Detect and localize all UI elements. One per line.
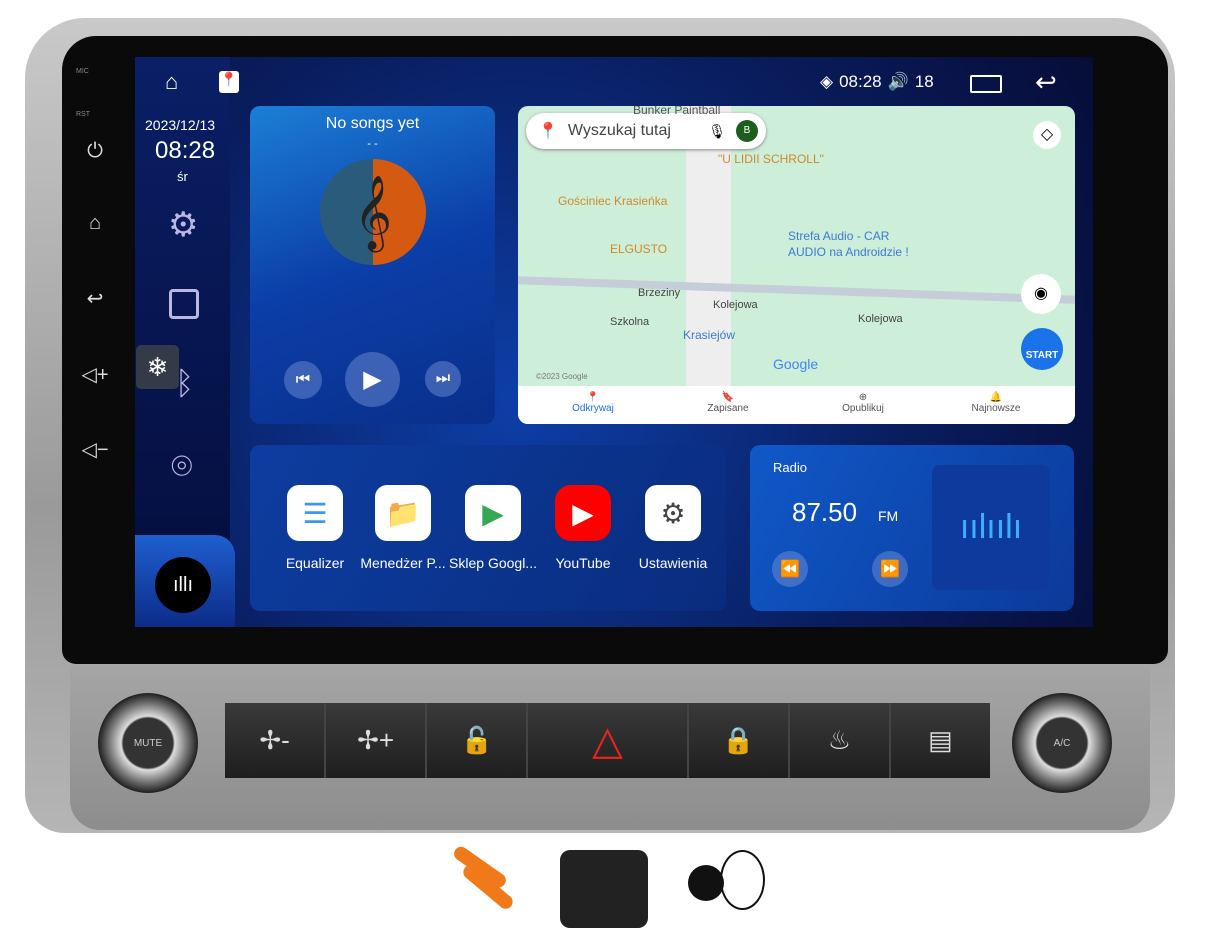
rst-label: RST [76, 111, 90, 118]
app-play-store[interactable]: ▶ Sklep Googl... [448, 485, 538, 571]
start-button[interactable]: START [1021, 328, 1063, 370]
nav-odkrywaj[interactable]: 📍 Odkrywaj [543, 392, 643, 414]
settings-icon[interactable]: ⚙ [168, 205, 198, 245]
song-title: No songs yet [325, 115, 420, 132]
radio-icon[interactable] [169, 289, 199, 319]
map-label: Szkolna [610, 316, 650, 328]
volume-down-button[interactable]: ◁− [80, 437, 110, 462]
mute-knob[interactable]: MUTE [98, 693, 198, 793]
sidebar-date: 2023/12/13 [145, 117, 216, 133]
seek-back-button[interactable]: ⏪ [772, 551, 808, 587]
voice-icon[interactable]: ıllı [155, 557, 211, 613]
status-area: ◈ 08:28 🔊 18 [820, 72, 934, 92]
climate-panel: MUTE A/C ✢- ✢+ 🔓 △ 🔒 ♨ ▤ [70, 665, 1150, 830]
radio-widget[interactable]: Radio 87.50 FM ⏪ ⏩ ıılıılı [750, 445, 1074, 611]
power-button[interactable]: ⏻ [80, 140, 110, 163]
avatar[interactable]: B [736, 120, 758, 142]
rear-camera [560, 850, 648, 928]
apps-widget: ☰ Equalizer 📁 Menedżer P... ▶ Sklep Googl..… [250, 445, 726, 611]
maps-pin-icon: 📍 [538, 123, 558, 140]
folder-icon: 📁 [375, 485, 431, 541]
volume-level: 18 [914, 72, 934, 91]
play-button[interactable]: ▶ [345, 352, 400, 407]
map-copyright: ©2023 Google [536, 372, 588, 381]
my-location-button[interactable]: ◉ [1021, 274, 1061, 314]
radio-frequency: 87.50 [792, 497, 858, 527]
app-equalizer[interactable]: ☰ Equalizer [270, 485, 360, 571]
settings-app-icon: ⚙ [645, 485, 701, 541]
mic-icon[interactable]: 🎙 [708, 123, 726, 140]
hazard-icon[interactable]: △ [528, 703, 689, 778]
music-widget: No songs yet - - 𝄞 ⏮ ▶ ⏭ [250, 106, 495, 424]
song-artist: - - [367, 138, 378, 150]
antenna-cable [720, 850, 765, 910]
map-label: "U LIDII SCHROLL" [718, 152, 824, 166]
map-label: Kolejowa [713, 299, 758, 311]
map-label: Krasiejów [683, 328, 736, 342]
recent-apps-icon[interactable] [970, 75, 1002, 93]
map-bottom-nav: 📍 Odkrywaj 🔖 Zapisane ⊕ Opublikuj 🔔 Najnowsz… [518, 386, 1075, 424]
maps-app-icon[interactable]: 📍 [219, 71, 239, 93]
mic-label: MIC [76, 68, 89, 75]
map-label: Brzeziny [638, 287, 681, 299]
nav-opublikuj[interactable]: ⊕ Opublikuj [813, 392, 913, 414]
home-outline-icon[interactable]: ⌂ [165, 69, 178, 95]
snowflake-icon[interactable]: ❄ [136, 345, 179, 389]
volume-up-button[interactable]: ◁+ [80, 362, 110, 387]
fan-up-icon[interactable]: ✢+ [326, 703, 428, 778]
sidebar-time: 08:28 [155, 137, 216, 164]
back-button[interactable]: ↩ [80, 286, 110, 311]
nav-najnowsze[interactable]: 🔔 Najnowsze [946, 392, 1046, 414]
map-label: Strefa Audio - CAR [788, 229, 890, 243]
front-defrost-icon[interactable]: ♨ [789, 703, 891, 778]
location-icon[interactable]: ⌾ [171, 445, 193, 488]
map-label: Bunker Paintball [633, 106, 721, 117]
map-label: AUDIO na Androidzie ! [788, 245, 909, 259]
equalizer-icon: ☰ [287, 485, 343, 541]
lock-icon[interactable]: 🔒 [688, 703, 790, 778]
status-time: 08:28 [839, 72, 882, 91]
waveform-icon: ıılıılı [932, 465, 1050, 590]
map-label: Gościniec Krasieńka [558, 194, 668, 208]
volume-icon[interactable]: 🔊 [888, 72, 909, 92]
radio-title: Radio [773, 460, 807, 475]
back-icon[interactable]: ↩ [1035, 67, 1057, 98]
head-unit-screen: ⌂ 📍 ◈ 08:28 🔊 18 ↩ 2023/12/13 08:28 śr ⚙… [135, 57, 1093, 627]
radio-band: FM [878, 508, 899, 524]
home-button[interactable]: ⌂ [80, 212, 110, 235]
app-file-manager[interactable]: 📁 Menedżer P... [358, 485, 448, 571]
map-label: Kolejowa [858, 313, 903, 325]
youtube-icon: ▶ [555, 485, 611, 541]
sidebar-weekday: śr [177, 169, 188, 184]
panel-buttons: ✢- ✢+ 🔓 △ 🔒 ♨ ▤ [225, 703, 990, 778]
map-label: ELGUSTO [610, 242, 668, 256]
rear-defrost-icon[interactable]: ▤ [890, 703, 990, 778]
album-art: 𝄞 [320, 159, 426, 265]
google-logo: Google [773, 356, 819, 372]
ac-knob[interactable]: A/C [1012, 693, 1112, 793]
next-button[interactable]: ⏭ [425, 361, 461, 397]
wifi-icon: ◈ [820, 72, 834, 91]
play-store-icon: ▶ [465, 485, 521, 541]
app-settings[interactable]: ⚙ Ustawienia [628, 485, 718, 571]
layers-button[interactable]: ◇ [1033, 121, 1061, 149]
seek-forward-button[interactable]: ⏩ [872, 551, 908, 587]
map-search-bar[interactable]: 📍 Wyszukaj tutaj 🎙 B [526, 113, 766, 149]
unlock-icon[interactable]: 🔓 [427, 703, 529, 778]
previous-button[interactable]: ⏮ [284, 361, 322, 399]
map-search-input[interactable]: Wyszukaj tutaj [568, 122, 698, 140]
app-youtube[interactable]: ▶ YouTube [538, 485, 628, 571]
nav-zapisane[interactable]: 🔖 Zapisane [678, 392, 778, 414]
gps-antenna [688, 865, 724, 901]
map-road [518, 276, 1075, 304]
map-widget[interactable]: 📍 Wyszukaj tutaj 🎙 B Bunker Paintball "U… [518, 106, 1075, 424]
fan-down-icon[interactable]: ✢- [225, 703, 327, 778]
